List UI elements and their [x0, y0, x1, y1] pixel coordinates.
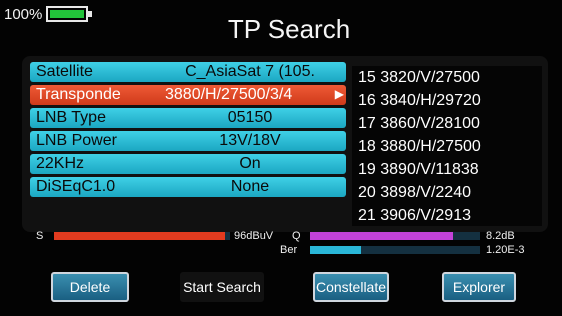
menu-value: On: [239, 155, 261, 172]
list-item[interactable]: 20 3898/V/2240: [352, 181, 542, 204]
menu-label: LNB Power: [36, 132, 117, 149]
menu-label: Transponde: [36, 86, 121, 103]
signal-strength-value: 96dBuV: [234, 230, 274, 242]
constellate-button[interactable]: Constellate: [313, 272, 389, 302]
menu-label: DiSEqC1.0: [36, 178, 116, 195]
signal-quality-fill: [310, 232, 453, 240]
list-item[interactable]: 19 3890/V/11838: [352, 158, 542, 181]
menu-row-satellite[interactable]: Satellite C_AsiaSat 7 (105.: [30, 62, 346, 82]
menu-value: None: [230, 178, 270, 195]
menu-label: Satellite: [36, 63, 93, 80]
signal-strength-label: S: [36, 230, 44, 242]
list-item[interactable]: 21 3906/V/2913: [352, 204, 542, 227]
signal-quality-label: Q: [292, 230, 301, 242]
list-item[interactable]: 18 3880/H/27500: [352, 135, 542, 158]
menu-label: 22KHz: [36, 155, 85, 172]
ber-label: Ber: [280, 244, 298, 256]
menu-label: LNB Type: [36, 109, 106, 126]
menu-value: C_AsiaSat 7 (105.: [185, 63, 315, 80]
ber-bar: [310, 246, 480, 254]
settings-menu: Satellite C_AsiaSat 7 (105. Transponde 3…: [30, 62, 346, 200]
chevron-right-icon[interactable]: ▶: [335, 87, 344, 101]
signal-strength-fill: [54, 232, 225, 240]
signal-quality-bar: [310, 232, 480, 240]
menu-row-lnb-power[interactable]: LNB Power 13V/18V: [30, 131, 346, 151]
menu-value: 3880/H/27500/3/4: [165, 86, 293, 103]
menu-value: 13V/18V: [219, 132, 281, 149]
page-title: TP Search: [227, 14, 351, 44]
delete-button[interactable]: Delete: [51, 272, 129, 302]
signal-strength-bar: [54, 232, 230, 240]
signal-meters: S 96dBuV Q 8.2dB Ber 1.20E-3: [36, 228, 546, 258]
menu-row-lnb-type[interactable]: LNB Type 05150: [30, 108, 346, 128]
menu-value: 05150: [227, 109, 273, 126]
button-bar: Delete Start Search Constellate Explorer: [0, 272, 562, 312]
ber-fill: [310, 246, 361, 254]
list-item[interactable]: 15 3820/V/27500: [352, 66, 542, 89]
menu-row-diseqc[interactable]: DiSEqC1.0 None: [30, 177, 346, 197]
transponder-list[interactable]: 15 3820/V/27500 16 3840/H/29720 17 3860/…: [352, 66, 542, 226]
signal-quality-value: 8.2dB: [486, 230, 515, 242]
start-search-button[interactable]: Start Search: [180, 272, 264, 302]
explorer-button[interactable]: Explorer: [442, 272, 516, 302]
list-item[interactable]: 17 3860/V/28100: [352, 112, 542, 135]
menu-row-transponder[interactable]: Transponde 3880/H/27500/3/4 ▶: [30, 85, 346, 105]
ber-value: 1.20E-3: [486, 244, 525, 256]
menu-row-22khz[interactable]: 22KHz On: [30, 154, 346, 174]
list-item[interactable]: 16 3840/H/29720: [352, 89, 542, 112]
